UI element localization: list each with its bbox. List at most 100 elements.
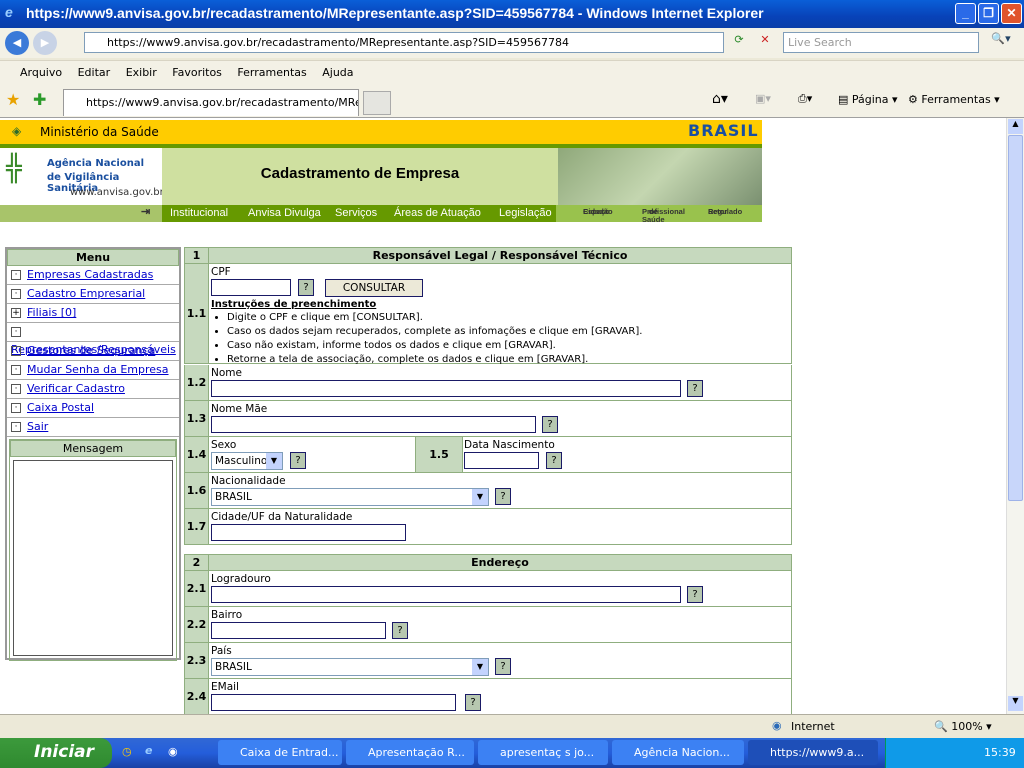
- taskbar-button[interactable]: https://www9.a...: [748, 740, 878, 765]
- row-number: 1.2: [185, 365, 209, 400]
- ministry-emblem-icon: ◈: [12, 124, 22, 138]
- refresh-icon[interactable]: ⟳: [729, 33, 749, 52]
- nat-label: Cidade/UF da Naturalidade: [211, 511, 353, 523]
- cpf-help-button[interactable]: ?: [298, 279, 314, 296]
- mae-input[interactable]: [211, 416, 536, 433]
- menu-item[interactable]: · Gestores de Sequrança: [7, 342, 179, 361]
- page-menu[interactable]: ▤ Página ▾: [838, 93, 898, 106]
- quicklaunch-ie-icon[interactable]: e: [145, 744, 152, 757]
- search-input[interactable]: Live Search: [783, 32, 979, 53]
- stop-icon[interactable]: ✕: [755, 33, 775, 52]
- mensagem-box: Mensagem: [9, 439, 177, 661]
- nat-input[interactable]: [211, 524, 406, 541]
- home-icon[interactable]: ⌂▾: [712, 91, 728, 107]
- menu-item[interactable]: · Cadastro Empresarial: [7, 285, 179, 304]
- taskbar-button[interactable]: apresentaç s jo...: [478, 740, 608, 765]
- menu-editar[interactable]: Editar: [78, 66, 111, 79]
- nav-arrow-icon: ⇥: [141, 206, 151, 218]
- tools-menu[interactable]: ⚙ Ferramentas ▾: [908, 93, 1000, 106]
- menu-link[interactable]: Filiais [0]: [27, 306, 76, 319]
- mensagem-textarea[interactable]: [13, 460, 173, 656]
- minimize-button[interactable]: _: [955, 3, 976, 24]
- zoom-control[interactable]: 🔍 100% ▾: [934, 720, 992, 733]
- nasc-help-button[interactable]: ?: [546, 452, 562, 469]
- taskbar-button[interactable]: Agência Nacion...: [612, 740, 744, 765]
- forward-button[interactable]: ▶: [33, 31, 57, 55]
- logr-help-button[interactable]: ?: [687, 586, 703, 603]
- dropdown-arrow-icon: ▼: [266, 453, 282, 469]
- menu-arquivo[interactable]: Arquivo: [20, 66, 62, 79]
- menu-link[interactable]: Caixa Postal: [27, 401, 94, 414]
- taskbar-button[interactable]: Caixa de Entrad...: [218, 740, 342, 765]
- nome-help-button[interactable]: ?: [687, 380, 703, 397]
- row-cpf: 1.1 CPF ? CONSULTAR Instruções de preenc…: [184, 264, 792, 365]
- email-input[interactable]: [211, 694, 456, 711]
- menu-link[interactable]: Verificar Cadastro: [27, 382, 125, 395]
- bullet-box-icon: ·: [11, 365, 21, 375]
- nome-input[interactable]: [211, 380, 681, 397]
- menu-link[interactable]: Sair: [27, 420, 48, 433]
- ministerio-label: Ministério da Saúde: [40, 125, 159, 139]
- bairro-help-button[interactable]: ?: [392, 622, 408, 639]
- close-button[interactable]: ✕: [1001, 3, 1022, 24]
- nasc-input[interactable]: [464, 452, 539, 469]
- section-number: 2: [185, 555, 209, 570]
- menu-link[interactable]: Gestores de Sequrança: [27, 344, 155, 357]
- cpf-input[interactable]: [211, 279, 291, 296]
- new-tab-button[interactable]: [363, 91, 391, 115]
- scroll-down-button[interactable]: ▼: [1008, 696, 1023, 711]
- scroll-thumb[interactable]: [1008, 135, 1023, 501]
- menu-item[interactable]: · Caixa Postal: [7, 399, 179, 418]
- brasil-logo: BRASIL: [688, 121, 759, 140]
- start-button[interactable]: Iniciar: [0, 738, 112, 768]
- taskbar-button[interactable]: Apresentação R...: [346, 740, 474, 765]
- menu-ajuda[interactable]: Ajuda: [322, 66, 353, 79]
- add-favorite-icon[interactable]: ✚: [33, 90, 46, 109]
- menu-item[interactable]: ·Representantes/Responsáveis: [7, 323, 179, 356]
- menu-item[interactable]: · Sair: [7, 418, 179, 437]
- consultar-button[interactable]: CONSULTAR: [325, 279, 423, 297]
- feeds-icon[interactable]: ▣▾: [755, 92, 771, 105]
- nav-servicos[interactable]: Serviços: [335, 207, 377, 219]
- scroll-up-button[interactable]: ▲: [1008, 119, 1023, 134]
- nav-anvisa-divulga[interactable]: Anvisa Divulga: [248, 207, 321, 219]
- nac-select[interactable]: BRASIL ▼: [211, 488, 489, 506]
- favorites-star-icon[interactable]: ★: [6, 90, 20, 109]
- quicklaunch-outlook-icon[interactable]: ◷: [122, 745, 132, 758]
- nav-areas-atuacao[interactable]: Áreas de Atuação: [394, 207, 481, 219]
- address-bar[interactable]: https://www9.anvisa.gov.br/recadastramen…: [84, 32, 724, 53]
- sexo-help-button[interactable]: ?: [290, 452, 306, 469]
- taskbar-button-label: Agência Nacion...: [634, 746, 730, 759]
- taskbar-button-label: apresentaç s jo...: [500, 746, 595, 759]
- vertical-scrollbar[interactable]: ▲ ▼: [1006, 118, 1024, 714]
- pais-help-button[interactable]: ?: [495, 658, 511, 675]
- maximize-button[interactable]: ❐: [978, 3, 999, 24]
- menu-item[interactable]: · Mudar Senha da Empresa: [7, 361, 179, 380]
- nac-help-button[interactable]: ?: [495, 488, 511, 505]
- menu-item[interactable]: + Filiais [0]: [7, 304, 179, 323]
- menu-link[interactable]: Mudar Senha da Empresa: [27, 363, 169, 376]
- bairro-input[interactable]: [211, 622, 386, 639]
- pais-select[interactable]: BRASIL ▼: [211, 658, 489, 676]
- anvisa-cross-icon: ╬: [6, 154, 22, 184]
- mae-help-button[interactable]: ?: [542, 416, 558, 433]
- bairro-label: Bairro: [211, 609, 243, 621]
- nav-institucional[interactable]: Institucional: [170, 207, 228, 219]
- email-help-button[interactable]: ?: [465, 694, 481, 711]
- menu-link[interactable]: Cadastro Empresarial: [27, 287, 145, 300]
- row-naturalidade: 1.7 Cidade/UF da Naturalidade: [184, 509, 792, 545]
- browser-tab-active[interactable]: https://www9.anvisa.gov.br/recadastramen…: [63, 89, 359, 116]
- quicklaunch-media-icon[interactable]: ◉: [168, 745, 178, 758]
- menu-link[interactable]: Empresas Cadastradas: [27, 268, 153, 281]
- nav-legislacao[interactable]: Legislação: [499, 207, 552, 219]
- back-button[interactable]: ◀: [5, 31, 29, 55]
- menu-favoritos[interactable]: Favoritos: [172, 66, 222, 79]
- menu-item[interactable]: · Verificar Cadastro: [7, 380, 179, 399]
- print-icon[interactable]: ⎙▾: [798, 92, 812, 106]
- sexo-select[interactable]: Masculino ▼: [211, 452, 283, 470]
- menu-ferramentas[interactable]: Ferramentas: [237, 66, 306, 79]
- logr-input[interactable]: [211, 586, 681, 603]
- menu-item[interactable]: · Empresas Cadastradas: [7, 266, 179, 285]
- search-icon[interactable]: 🔍▾: [984, 32, 1018, 53]
- menu-exibir[interactable]: Exibir: [126, 66, 157, 79]
